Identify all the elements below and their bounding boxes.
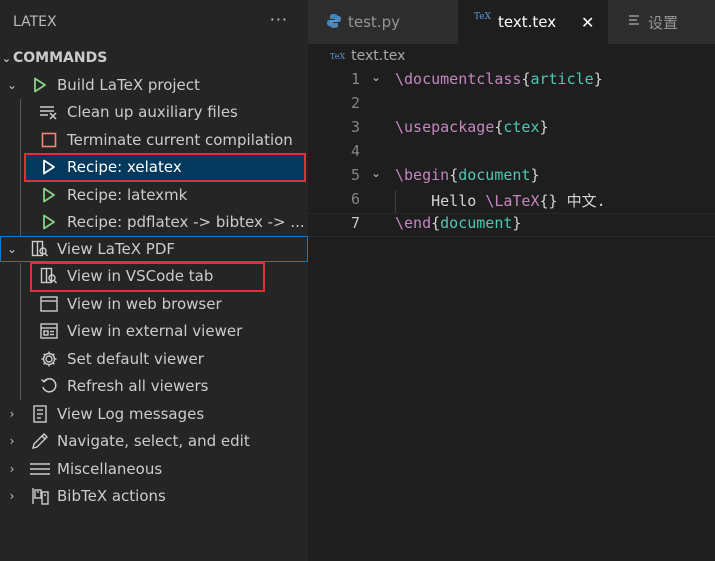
line-number: 6 (350, 190, 360, 208)
tree-item-set-default-viewer[interactable]: Set default viewer (0, 346, 308, 372)
tree-item-label: Terminate current compilation (67, 131, 293, 149)
log-icon (30, 404, 50, 424)
tree-item-miscellaneous[interactable]: › Miscellaneous (0, 456, 308, 482)
tree-item-label: View Log messages (57, 405, 205, 423)
code-line[interactable]: 4 (308, 142, 715, 166)
open-preview-icon (30, 239, 50, 259)
chevron-right-icon: › (9, 434, 15, 448)
tree-item-label: View in VSCode tab (67, 267, 214, 285)
menu-icon (30, 459, 50, 479)
tree-item-bibtex-actions[interactable]: › BibTeX actions (0, 483, 308, 509)
code-line-current[interactable]: 7 \end{document} (308, 213, 715, 237)
tab-label: 设置 (648, 13, 679, 32)
tree-item-label: Refresh all viewers (67, 377, 209, 395)
gear-icon (39, 349, 59, 369)
play-icon (39, 157, 59, 177)
tree-item-label: BibTeX actions (57, 487, 166, 505)
line-number: 4 (350, 142, 360, 160)
breadcrumb-file: text.tex (351, 48, 406, 64)
editor-tab-bar: test.py TeX text.tex ✕ 设置 (308, 0, 715, 44)
tree-item-label: Miscellaneous (57, 460, 163, 478)
tree-item-label: View in external viewer (67, 322, 243, 340)
line-number: 5 (350, 166, 360, 184)
clear-all-icon (39, 102, 59, 122)
breadcrumb[interactable]: TeX text.tex (330, 48, 405, 64)
tree-item-recipe-pdflatex[interactable]: Recipe: pdflatex -> bibtex -> ... (0, 209, 308, 235)
sidebar-title: LATEX (13, 14, 57, 30)
tree-item-label: Set default viewer (67, 350, 204, 368)
tree-item-label: Recipe: latexmk (67, 186, 188, 204)
tree-item-clean-up[interactable]: Clean up auxiliary files (0, 99, 308, 125)
tree-item-label: Recipe: xelatex (67, 158, 182, 176)
tab-label: test.py (348, 13, 400, 31)
tab-test-py[interactable]: test.py (308, 0, 458, 44)
tree-item-view-in-external-viewer[interactable]: View in external viewer (0, 318, 308, 344)
tex-icon: TeX (474, 12, 492, 22)
play-icon (39, 185, 59, 205)
line-number: 1 (350, 70, 360, 88)
fold-chevron-icon[interactable]: ⌄ (371, 70, 381, 84)
tree-item-terminate-compilation[interactable]: Terminate current compilation (0, 127, 308, 153)
tree-item-view-in-vscode-tab[interactable]: View in VSCode tab (0, 263, 308, 289)
line-number: 7 (350, 214, 360, 232)
tree-item-recipe-xelatex[interactable]: Recipe: xelatex (25, 154, 305, 180)
chevron-down-icon: ⌄ (1, 51, 12, 65)
browser-icon (39, 294, 59, 314)
python-icon (326, 13, 342, 33)
play-icon (39, 212, 59, 232)
close-icon[interactable]: ✕ (581, 13, 594, 32)
tree-item-label: Recipe: pdflatex -> bibtex -> ... (67, 213, 305, 231)
code-text: \end{document} (395, 214, 522, 232)
more-actions-icon[interactable]: ··· (270, 10, 288, 29)
tree-item-view-in-web-browser[interactable]: View in web browser (0, 291, 308, 317)
tree-item-refresh-all-viewers[interactable]: Refresh all viewers (0, 373, 308, 399)
line-number: 2 (350, 94, 360, 112)
play-icon (30, 75, 50, 95)
chevron-right-icon: › (9, 407, 15, 421)
pen-icon (30, 431, 50, 451)
window-icon (39, 321, 59, 341)
tree-item-view-latex-pdf[interactable]: ⌄ View LaTeX PDF (0, 236, 308, 262)
bibtex-icon (30, 486, 50, 506)
commands-section-header[interactable]: ⌄ COMMANDS (0, 48, 107, 68)
code-line[interactable]: 6 Hello \LaTeX{} 中文. (308, 190, 715, 214)
code-text: \begin{document} (395, 166, 540, 184)
tree-item-label: Clean up auxiliary files (67, 103, 238, 121)
chevron-down-icon: ⌄ (6, 78, 18, 92)
code-text: Hello \LaTeX{} 中文. (431, 192, 606, 210)
tree-item-label: View in web browser (67, 295, 222, 313)
stop-icon (39, 130, 59, 150)
tab-settings[interactable]: 设置 (608, 0, 715, 44)
tex-icon: TeX (330, 51, 346, 61)
tree-item-label: Navigate, select, and edit (57, 432, 250, 450)
code-text: \usepackage{ctex} (395, 118, 549, 136)
tree-item-recipe-latexmk[interactable]: Recipe: latexmk (0, 182, 308, 208)
latex-sidebar: LATEX ··· ⌄ COMMANDS ⌄ Build LaTeX proje… (0, 0, 308, 561)
code-line[interactable]: 5 ⌄ \begin{document} (308, 166, 715, 190)
code-line[interactable]: 3 \usepackage{ctex} (308, 118, 715, 142)
tree-item-view-log-messages[interactable]: › View Log messages (0, 401, 308, 427)
fold-chevron-icon[interactable]: ⌄ (371, 166, 381, 180)
tab-label: text.tex (498, 13, 557, 31)
tree-item-navigate-select-edit[interactable]: › Navigate, select, and edit (0, 428, 308, 454)
chevron-right-icon: › (9, 462, 15, 476)
settings-icon (628, 14, 640, 32)
tab-text-tex[interactable]: TeX text.tex ✕ (458, 0, 608, 44)
code-line[interactable]: 1 ⌄ \documentclass{article} (308, 70, 715, 94)
open-preview-icon (39, 266, 59, 286)
tree-item-label: View LaTeX PDF (57, 240, 176, 258)
chevron-down-icon: ⌄ (6, 242, 18, 256)
tree-item-label: Build LaTeX project (57, 76, 200, 94)
section-title: COMMANDS (13, 50, 108, 66)
line-number: 3 (350, 118, 360, 136)
tree-item-build-latex-project[interactable]: ⌄ Build LaTeX project (0, 72, 308, 98)
refresh-icon (39, 376, 59, 396)
chevron-right-icon: › (9, 489, 15, 503)
code-text: \documentclass{article} (395, 70, 603, 88)
code-line[interactable]: 2 (308, 94, 715, 118)
